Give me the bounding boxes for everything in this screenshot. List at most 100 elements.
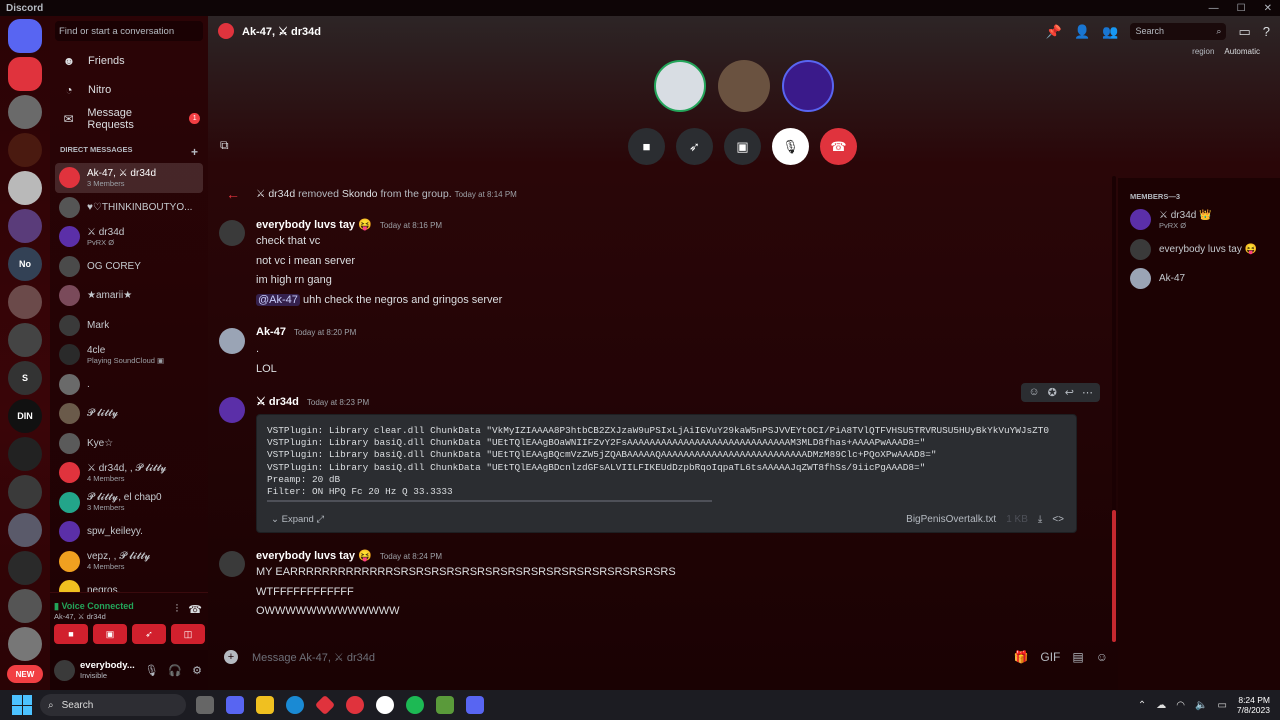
- avatar[interactable]: [219, 397, 245, 423]
- camera-button[interactable]: ■: [628, 128, 665, 165]
- inbox-icon[interactable]: ▭: [1238, 24, 1250, 40]
- server-icon[interactable]: [8, 19, 42, 53]
- mute-button[interactable]: 🎙: [772, 128, 809, 165]
- chat-app-icon[interactable]: [226, 696, 244, 714]
- dm-item[interactable]: ★amarii★: [55, 281, 203, 311]
- new-badge[interactable]: NEW: [7, 665, 43, 683]
- reply-icon[interactable]: ↩: [1065, 386, 1074, 399]
- message-author[interactable]: everybody luvs tay 😝: [256, 218, 372, 231]
- more-icon[interactable]: ⋯: [1082, 386, 1093, 399]
- message-author[interactable]: everybody luvs tay 😝: [256, 549, 372, 562]
- server-icon[interactable]: [8, 171, 42, 205]
- headphones-icon[interactable]: 🎧: [168, 664, 182, 677]
- maximize-icon[interactable]: ☐: [1237, 3, 1246, 14]
- screenshare-button[interactable]: ▣: [724, 128, 761, 165]
- clock-app-icon[interactable]: [376, 696, 394, 714]
- message-author[interactable]: ⚔ dr34d: [256, 395, 299, 408]
- server-icon[interactable]: [8, 285, 42, 319]
- expand-button[interactable]: ⌄ Expand ⤢: [271, 514, 324, 525]
- edge-icon[interactable]: [286, 696, 304, 714]
- server-icon[interactable]: [8, 589, 42, 623]
- add-friend-icon[interactable]: 👤: [1074, 24, 1090, 40]
- dm-item[interactable]: Ak-47, ⚔ dr34d 3 Members: [55, 163, 203, 193]
- battery-icon[interactable]: ▭: [1217, 700, 1226, 711]
- server-icon[interactable]: [8, 437, 42, 471]
- message-author[interactable]: Ak-47: [256, 326, 286, 338]
- close-icon[interactable]: ✕: [1264, 3, 1272, 14]
- server-icon[interactable]: [8, 57, 42, 91]
- attach-icon[interactable]: +: [224, 650, 238, 664]
- server-icon[interactable]: S: [8, 361, 42, 395]
- nav-item[interactable]: ◔ Nitro: [50, 75, 208, 104]
- region-selector[interactable]: region Automatic: [1192, 47, 1260, 56]
- chat-scrollbar[interactable]: [1112, 176, 1116, 642]
- dm-item[interactable]: .: [55, 370, 203, 400]
- disconnect-icon[interactable]: ☎: [188, 603, 202, 616]
- dm-item[interactable]: Kye☆: [55, 429, 203, 459]
- avatar[interactable]: [219, 328, 245, 354]
- server-icon[interactable]: No: [8, 247, 42, 281]
- server-icon[interactable]: [8, 323, 42, 357]
- dm-item[interactable]: spw_keileyy.: [55, 517, 203, 547]
- server-icon[interactable]: [8, 627, 42, 661]
- scroll-thumb[interactable]: [1112, 510, 1116, 642]
- mention[interactable]: @Ak-47: [256, 293, 300, 306]
- soundboard-button[interactable]: ◫: [171, 624, 205, 644]
- avatar[interactable]: [219, 220, 245, 246]
- dm-item[interactable]: vepz, , 𝓟 𝓵𝓲𝓽𝓽𝔂 4 Members: [55, 547, 203, 577]
- dm-item[interactable]: 𝓟 𝓵𝓲𝓽𝓽𝔂, el chap0 3 Members: [55, 488, 203, 518]
- super-react-icon[interactable]: ✪: [1048, 386, 1057, 399]
- noise-icon[interactable]: ⫶: [176, 603, 179, 616]
- taskbar-search[interactable]: ⌕ Search: [40, 694, 186, 716]
- nav-item[interactable]: ☻ Friends: [50, 46, 208, 75]
- sticker-icon[interactable]: ▤: [1072, 650, 1083, 664]
- server-icon[interactable]: [8, 133, 42, 167]
- server-icon[interactable]: [8, 513, 42, 547]
- camera-button[interactable]: ■: [54, 624, 88, 644]
- call-participant-avatar[interactable]: [782, 60, 834, 112]
- server-icon[interactable]: [8, 95, 42, 129]
- gift-icon[interactable]: 🎁: [1013, 650, 1028, 664]
- dm-item[interactable]: ♥♡THINKINBOUTYO...: [55, 193, 203, 223]
- call-participant-avatar[interactable]: [654, 60, 706, 112]
- pin-icon[interactable]: 📌: [1046, 24, 1062, 40]
- cloud-icon[interactable]: ☁: [1156, 700, 1166, 711]
- member-item[interactable]: everybody luvs tay 😝: [1118, 235, 1280, 265]
- clock[interactable]: 8:24 PM 7/8/2023: [1237, 695, 1270, 715]
- task-view-icon[interactable]: [196, 696, 214, 714]
- dm-item[interactable]: ⚔ dr34d, , 𝓟 𝓵𝓲𝓽𝓽𝔂 4 Members: [55, 458, 203, 488]
- dm-item[interactable]: 𝓟 𝓵𝓲𝓽𝓽𝔂: [55, 399, 203, 429]
- download-icon[interactable]: ⤓: [1038, 514, 1042, 525]
- dm-item[interactable]: 4cle Playing SoundCloud ▣: [55, 340, 203, 370]
- windows-start-icon[interactable]: [12, 695, 32, 715]
- spotify-icon[interactable]: [406, 696, 424, 714]
- add-dm-icon[interactable]: +: [191, 145, 198, 159]
- minimize-icon[interactable]: —: [1209, 3, 1219, 14]
- members-icon[interactable]: 👥: [1102, 24, 1118, 40]
- avatar[interactable]: [54, 659, 75, 681]
- emoji-icon[interactable]: ☺: [1096, 650, 1108, 664]
- activity-button[interactable]: ➶: [676, 128, 713, 165]
- mute-icon[interactable]: 🎙: [144, 664, 158, 677]
- nav-item[interactable]: ✉ Message Requests 1: [50, 104, 208, 133]
- react-icon[interactable]: ☺: [1028, 386, 1039, 399]
- dm-item[interactable]: ⚔ dr34d PvRX Ø: [55, 222, 203, 252]
- app-icon[interactable]: [436, 696, 454, 714]
- dm-item[interactable]: OG COREY: [55, 252, 203, 282]
- server-icon[interactable]: [8, 551, 42, 585]
- popout-icon[interactable]: ⧉: [220, 138, 229, 153]
- discord-icon[interactable]: [466, 696, 484, 714]
- app-icon[interactable]: [314, 694, 336, 716]
- message-input[interactable]: Message Ak-47, ⚔ dr34d: [252, 651, 375, 664]
- avatar[interactable]: [219, 551, 245, 577]
- member-item[interactable]: Ak-47: [1118, 264, 1280, 294]
- file-name[interactable]: BigPenisOvertalk.txt: [906, 514, 996, 525]
- screenshare-button[interactable]: ▣: [93, 624, 127, 644]
- settings-icon[interactable]: ⚙: [192, 664, 202, 677]
- leave-call-button[interactable]: ☎: [820, 128, 857, 165]
- help-icon[interactable]: ?: [1263, 24, 1270, 39]
- dm-item[interactable]: Mark: [55, 311, 203, 341]
- gif-icon[interactable]: GIF: [1040, 650, 1060, 664]
- file-explorer-icon[interactable]: [256, 696, 274, 714]
- activity-button[interactable]: ➶: [132, 624, 166, 644]
